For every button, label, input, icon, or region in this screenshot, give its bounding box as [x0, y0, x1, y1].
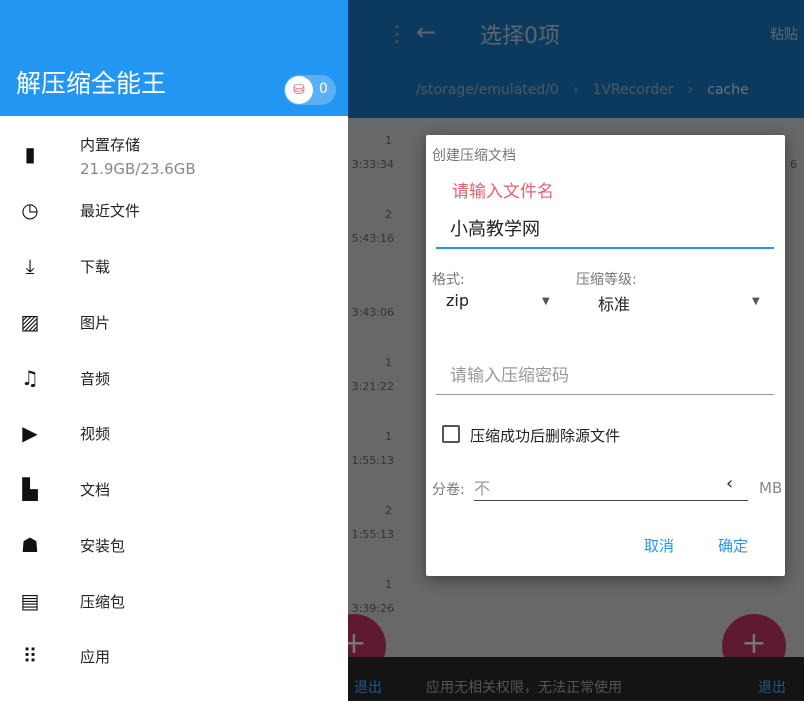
- sd-card-icon: ▮: [24, 142, 36, 166]
- list-item[interactable]: 1 1:55:13: [348, 414, 398, 488]
- drawer-item[interactable]: ▙ 文档: [0, 461, 348, 517]
- list-item[interactable]: 1 3:33:34: [348, 118, 398, 192]
- ok-button[interactable]: 确定: [718, 535, 748, 556]
- password-input[interactable]: 请输入压缩密码: [436, 357, 774, 395]
- format-select[interactable]: zip: [446, 291, 469, 310]
- drawer-item-label: 最近文件: [80, 201, 141, 220]
- crumb[interactable]: /storage/emulated/0: [416, 82, 559, 98]
- drawer-item[interactable]: ◷ 最近文件: [0, 182, 348, 238]
- delete-source-label: 压缩成功后删除源文件: [470, 427, 621, 445]
- item-count: 2: [385, 504, 392, 517]
- split-value: 不: [474, 479, 491, 498]
- list-item[interactable]: 2 1:55:13: [348, 488, 398, 562]
- level-label: 压缩等级:: [576, 272, 637, 288]
- delete-source-checkbox[interactable]: [442, 425, 460, 443]
- zip-icon: ▤: [20, 589, 40, 613]
- chevron-right-icon: ›: [572, 82, 579, 98]
- drawer-item-label: 内置存储: [80, 136, 141, 154]
- list-item[interactable]: 1 3:21:22: [348, 340, 398, 414]
- drawer-item-label: 压缩包: [80, 592, 126, 611]
- split-unit: MB: [759, 479, 783, 497]
- permission-message: 应用无相关权限，无法正常使用: [426, 680, 622, 696]
- item-count: 1: [385, 430, 392, 443]
- drawer-item[interactable]: ☗ 安装包: [0, 517, 348, 573]
- exit-button-left[interactable]: 退出: [354, 677, 382, 697]
- android-icon: ☗: [21, 533, 39, 557]
- more-vert-icon[interactable]: ⋮: [386, 22, 408, 47]
- item-time: 1:55:13: [351, 528, 394, 541]
- drawer-item[interactable]: ⤓ 下载: [0, 238, 348, 294]
- apps-grid-icon: ⠿: [22, 644, 38, 668]
- drawer-item-label: 图片: [80, 313, 111, 332]
- app-title: 解压缩全能王: [16, 69, 167, 98]
- item-count: 1: [385, 134, 392, 147]
- dropdown-arrow-icon[interactable]: ▼: [542, 296, 550, 307]
- nav-drawer: 解压缩全能王 ⛁ 0 ▮ 内置存储 21.9GB/23.6GB ◷ 最近文件 ⤓ 下载 ▨ 图片…: [0, 0, 348, 701]
- storage-usage: 21.9GB/23.6GB: [80, 160, 196, 178]
- drawer-item-label: 文档: [80, 480, 111, 499]
- split-input[interactable]: 不: [474, 475, 748, 501]
- drawer-item-label: 音频: [80, 369, 111, 388]
- item-time: 1:55:13: [351, 454, 394, 467]
- database-icon: ⛁: [285, 76, 313, 104]
- chevron-right-icon: ›: [687, 82, 694, 98]
- item-count: 1: [385, 356, 392, 369]
- cancel-button[interactable]: 取消: [644, 535, 674, 556]
- item-time: 3:33:34: [351, 158, 394, 171]
- list-item[interactable]: 3:43:06: [348, 266, 398, 340]
- crumb[interactable]: 1VRecorder: [592, 82, 673, 98]
- item-time: 5:43:16: [351, 232, 394, 245]
- exit-button[interactable]: 退出: [758, 677, 786, 697]
- item-count: 1: [385, 578, 392, 591]
- app-bar: ⋮ ← 选择0项 粘贴 /storage/emulated/0 › 1VRecor…: [348, 0, 804, 118]
- file-list: 1 3:33:34 2 5:43:16 3:43:06 1 3:21:22 1 1:55:13 2…: [348, 118, 398, 636]
- image-icon: ▨: [20, 310, 40, 334]
- drawer-item[interactable]: ⠿ 应用: [0, 628, 348, 684]
- drawer-item[interactable]: ▶ 视频: [0, 405, 348, 461]
- dropdown-arrow-icon[interactable]: ▼: [752, 296, 760, 307]
- video-icon: ▶: [22, 421, 38, 445]
- drawer-item[interactable]: ▨ 图片: [0, 294, 348, 350]
- filename-input[interactable]: 小高教学网: [436, 215, 774, 249]
- storage-toggle[interactable]: ⛁ 0: [284, 75, 336, 105]
- drawer-item-label: 下载: [80, 257, 111, 276]
- drawer-item-label: 应用: [80, 647, 111, 666]
- list-item[interactable]: 2 5:43:16: [348, 192, 398, 266]
- drawer-item-label: 视频: [80, 424, 111, 443]
- item-time: 3:21:22: [351, 380, 394, 393]
- selection-title: 选择0项: [480, 24, 560, 49]
- split-label: 分卷:: [432, 482, 465, 498]
- drawer-item-label: 安装包: [80, 536, 126, 555]
- music-icon: ♫: [21, 366, 39, 390]
- item-time: 3:43:06: [351, 306, 394, 319]
- download-icon: ⤓: [25, 254, 35, 278]
- paste-button[interactable]: 粘贴: [770, 24, 798, 44]
- level-select[interactable]: 标准: [598, 291, 630, 315]
- create-archive-dialog: 创建压缩文档 请输入文件名 小高教学网 格式: zip ▼ 压缩等级: 标准 ▼…: [426, 135, 785, 576]
- drawer-item[interactable]: ♫ 音频: [0, 350, 348, 406]
- crumb[interactable]: cache: [707, 82, 748, 98]
- document-icon: ▙: [22, 477, 38, 501]
- toggle-count: 0: [319, 81, 328, 97]
- chevron-left-icon[interactable]: ‹: [726, 473, 733, 494]
- back-arrow-icon[interactable]: ←: [416, 18, 436, 46]
- snackbar: 退出 应用无相关权限，无法正常使用 退出: [348, 657, 804, 701]
- dialog-title: 创建压缩文档: [432, 148, 516, 164]
- drawer-item[interactable]: ▮ 内置存储 21.9GB/23.6GB: [0, 126, 348, 182]
- filename-hint: 请输入文件名: [452, 182, 554, 202]
- format-label: 格式:: [432, 272, 465, 288]
- clock-icon: ◷: [21, 198, 39, 222]
- row-count: 6: [790, 158, 797, 171]
- drawer-header: 解压缩全能王 ⛁ 0: [0, 0, 348, 116]
- item-count: 2: [385, 208, 392, 221]
- breadcrumb: /storage/emulated/0 › 1VRecorder › cache: [416, 82, 749, 98]
- item-time: 3:39:26: [351, 602, 394, 615]
- drawer-item[interactable]: ▤ 压缩包: [0, 573, 348, 629]
